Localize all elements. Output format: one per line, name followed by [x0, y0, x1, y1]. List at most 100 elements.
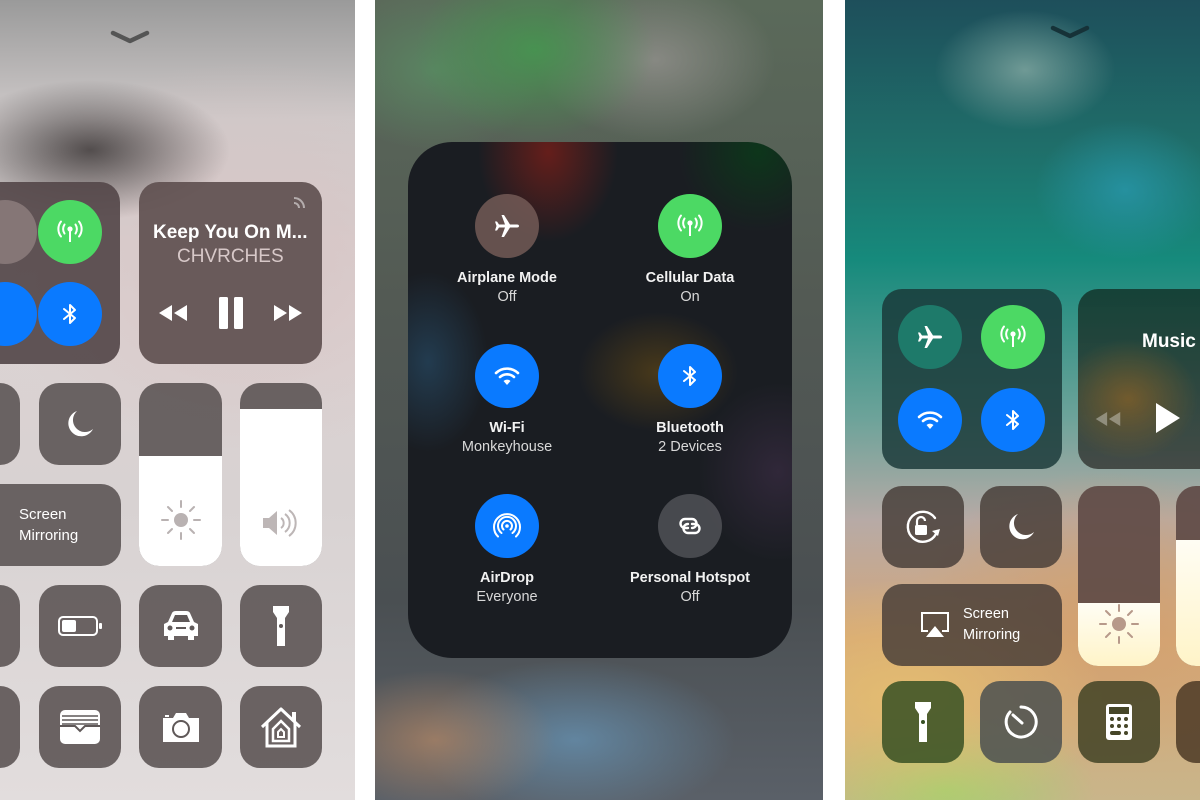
bluetooth-toggle[interactable] [981, 388, 1045, 452]
bluetooth-status: 2 Devices [658, 439, 722, 455]
rewind-icon[interactable] [157, 303, 189, 323]
bluetooth-icon [63, 304, 76, 324]
cellular-data-toggle[interactable] [658, 194, 722, 258]
home-icon [260, 707, 302, 748]
bluetooth-toggle[interactable] [38, 282, 102, 346]
volume-slider[interactable] [240, 383, 322, 566]
airplay-screen-icon [921, 612, 949, 637]
bluetooth-toggle[interactable] [658, 344, 722, 408]
control-center-panel-right: Music Screen Mirroring [845, 0, 1200, 800]
flashlight-button[interactable] [882, 681, 964, 763]
sun-icon [1099, 604, 1139, 644]
panel-divider [823, 0, 845, 800]
battery-icon [58, 616, 102, 636]
cellular-data-item[interactable]: Cellular Data On [595, 194, 785, 305]
hotspot-link-icon [679, 517, 701, 535]
airdrop-toggle[interactable] [475, 494, 539, 558]
shortcut-clipped-right[interactable] [1176, 681, 1200, 763]
personal-hotspot-toggle[interactable] [658, 494, 722, 558]
shortcut-clipped-row5[interactable] [0, 686, 20, 768]
flashlight-icon [915, 702, 931, 742]
airplane-mode-toggle[interactable] [0, 200, 37, 264]
now-playing-tile[interactable]: Keep You On M... CHVRCHES [139, 182, 322, 364]
cellular-data-toggle[interactable] [981, 305, 1045, 369]
control-center-panel-expanded: Airplane Mode Off Cellular Data On Wi-Fi… [375, 0, 823, 800]
airdrop-icon [493, 513, 521, 538]
camera-button[interactable] [139, 686, 222, 768]
airplane-mode-toggle[interactable] [475, 194, 539, 258]
rewind-icon[interactable] [1094, 410, 1122, 428]
connectivity-tile[interactable] [0, 182, 120, 364]
airplay-audio-icon[interactable] [290, 192, 310, 212]
rotation-lock-icon [906, 510, 940, 543]
flashlight-icon [273, 606, 289, 646]
dismiss-chevron-icon[interactable] [110, 30, 150, 44]
cellular-antenna-icon [57, 220, 83, 242]
flashlight-button[interactable] [240, 585, 322, 667]
bluetooth-label: Bluetooth [656, 420, 724, 436]
wifi-toggle[interactable] [898, 388, 962, 452]
airdrop-status: Everyone [476, 589, 538, 605]
dismiss-chevron-icon[interactable] [1050, 25, 1090, 39]
moon-icon [68, 411, 93, 437]
song-artist: CHVRCHES [177, 246, 284, 267]
connectivity-tile[interactable] [882, 289, 1062, 469]
wifi-toggle[interactable] [475, 344, 539, 408]
camera-icon [162, 713, 199, 742]
wallet-button[interactable] [39, 686, 121, 768]
screen-mirroring-label-line2: Mirroring [963, 627, 1021, 643]
volume-level-fill [240, 408, 322, 566]
airplane-mode-status: Off [497, 289, 517, 305]
orientation-lock-button[interactable] [882, 486, 964, 568]
airplane-mode-item[interactable]: Airplane Mode Off [412, 194, 602, 305]
wifi-label: Wi-Fi [489, 420, 525, 436]
shortcut-clipped-row4[interactable] [0, 585, 20, 667]
play-icon[interactable] [1154, 401, 1182, 435]
connectivity-expanded-card: Airplane Mode Off Cellular Data On Wi-Fi… [408, 142, 792, 658]
wifi-item[interactable]: Wi-Fi Monkeyhouse [412, 344, 602, 455]
personal-hotspot-label: Personal Hotspot [629, 570, 751, 586]
bluetooth-icon [683, 366, 696, 386]
brightness-slider[interactable] [1078, 486, 1160, 666]
pause-icon[interactable] [217, 296, 245, 330]
music-title: Music [1142, 331, 1196, 352]
home-button[interactable] [240, 686, 322, 768]
wifi-icon [494, 367, 520, 385]
orientation-lock-button[interactable] [0, 383, 20, 465]
do-not-disturb-button[interactable] [980, 486, 1062, 568]
cellular-data-label: Cellular Data [645, 270, 735, 286]
timer-icon [1004, 705, 1038, 739]
do-not-disturb-button[interactable] [39, 383, 121, 465]
airplane-mode-toggle[interactable] [898, 305, 962, 369]
cellular-data-status: On [680, 289, 700, 305]
speaker-icon [263, 509, 297, 537]
screen-mirroring-button[interactable]: Screen Mirroring [882, 584, 1062, 666]
panel-divider [355, 0, 375, 800]
control-center-panel-left: Keep You On M... CHVRCHES Screen Mirrori… [0, 0, 355, 800]
bluetooth-icon [1006, 410, 1019, 430]
wifi-toggle[interactable] [0, 282, 37, 346]
cellular-antenna-icon [1000, 325, 1026, 347]
screen-mirroring-button[interactable]: Screen Mirroring [0, 484, 121, 566]
volume-slider[interactable] [1176, 486, 1200, 666]
airdrop-label: AirDrop [480, 570, 534, 586]
now-playing-tile[interactable]: Music [1078, 289, 1200, 469]
car-icon [163, 611, 198, 640]
song-title: Keep You On M... [153, 222, 308, 243]
screen-mirroring-label-line2: Mirroring [19, 527, 79, 544]
carplay-driving-button[interactable] [139, 585, 222, 667]
low-power-mode-button[interactable] [39, 585, 121, 667]
screen-mirroring-label-line1: Screen [19, 506, 67, 523]
brightness-slider[interactable] [139, 383, 222, 566]
bluetooth-item[interactable]: Bluetooth 2 Devices [595, 344, 785, 455]
cellular-data-toggle[interactable] [38, 200, 102, 264]
airplane-mode-label: Airplane Mode [457, 270, 557, 286]
airdrop-item[interactable]: AirDrop Everyone [412, 494, 602, 605]
calculator-button[interactable] [1078, 681, 1160, 763]
airplane-icon [495, 215, 519, 237]
calculator-icon [1106, 704, 1132, 740]
personal-hotspot-item[interactable]: Personal Hotspot Off [595, 494, 785, 605]
timer-button[interactable] [980, 681, 1062, 763]
fast-forward-icon[interactable] [272, 303, 304, 323]
moon-icon [1009, 514, 1034, 540]
